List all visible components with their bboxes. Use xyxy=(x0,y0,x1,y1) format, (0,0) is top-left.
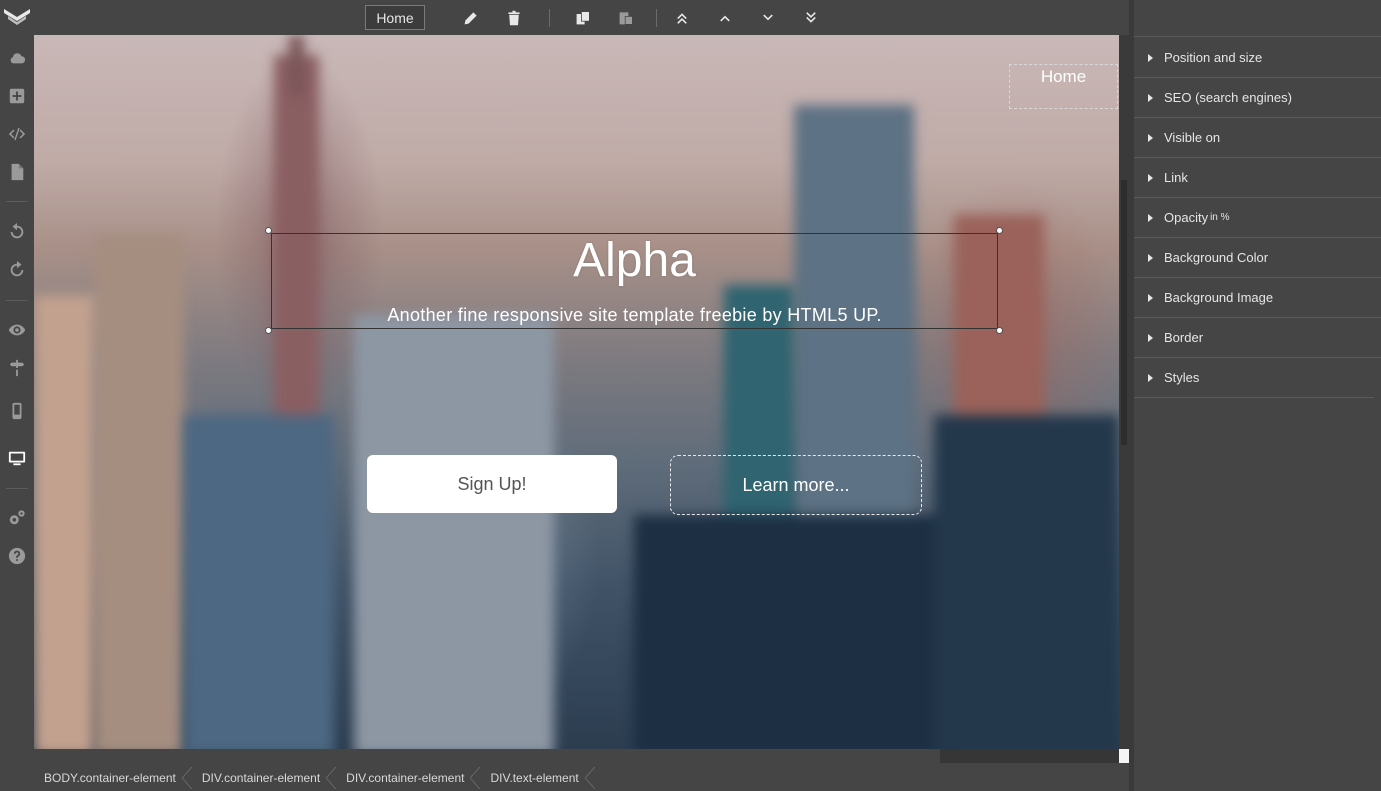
learn-more-button[interactable]: Learn more... xyxy=(670,455,922,515)
trash-icon[interactable] xyxy=(504,8,524,28)
page-canvas[interactable]: Home Alpha Another fine responsive site … xyxy=(34,35,1119,749)
breadcrumb-item[interactable]: DIV.container-element xyxy=(336,765,481,791)
vertical-scroll-thumb[interactable] xyxy=(1121,180,1127,445)
caret-right-icon xyxy=(1148,254,1153,262)
panel-section-label: Background Image xyxy=(1164,290,1274,305)
file-icon[interactable] xyxy=(5,160,29,184)
background-building xyxy=(184,415,334,749)
hero-title[interactable]: Alpha xyxy=(271,233,998,289)
panel-section-bg-image[interactable]: Background Image xyxy=(1134,278,1381,318)
panel-section-label: SEO (search engines) xyxy=(1164,90,1292,105)
pencil-icon[interactable] xyxy=(461,8,481,28)
breadcrumb-item[interactable]: DIV.text-element xyxy=(480,765,595,791)
panel-section-seo[interactable]: SEO (search engines) xyxy=(1134,78,1381,118)
sidebar-divider xyxy=(6,201,28,202)
move-down-icon[interactable] xyxy=(758,8,778,28)
page-select[interactable]: Home xyxy=(365,5,425,30)
resize-handle[interactable] xyxy=(996,327,1003,334)
mobile-icon[interactable] xyxy=(5,399,29,423)
hero-subtitle[interactable]: Another fine responsive site template fr… xyxy=(271,305,998,326)
panel-section-link[interactable]: Link xyxy=(1134,158,1381,198)
scrollbar-corner xyxy=(1119,749,1129,763)
move-bottom-icon[interactable] xyxy=(801,8,821,28)
move-up-icon[interactable] xyxy=(715,8,735,28)
caret-right-icon xyxy=(1148,294,1153,302)
toolbar-divider xyxy=(656,9,657,27)
preview-icon[interactable] xyxy=(5,318,29,342)
settings-icon[interactable] xyxy=(5,506,29,530)
background-building xyxy=(94,235,184,749)
desktop-icon[interactable] xyxy=(5,446,29,470)
panel-section-suffix: in % xyxy=(1210,212,1230,223)
vertical-scrollbar[interactable] xyxy=(1119,35,1129,749)
panel-section-label: Position and size xyxy=(1164,50,1263,65)
resize-handle[interactable] xyxy=(265,327,272,334)
background-building xyxy=(354,315,554,749)
top-toolbar: Home xyxy=(34,0,1119,35)
panel-section-label: Opacity xyxy=(1164,210,1209,225)
horizontal-scrollbar[interactable] xyxy=(34,749,1129,763)
nav-home-link[interactable]: Home xyxy=(1009,64,1118,109)
add-icon[interactable] xyxy=(5,84,29,108)
sidebar-divider xyxy=(6,488,28,489)
background-building xyxy=(934,415,1119,749)
breadcrumb-item[interactable]: DIV.container-element xyxy=(192,765,337,791)
panel-section-styles[interactable]: Styles xyxy=(1134,358,1374,398)
panel-section-label: Link xyxy=(1164,170,1188,185)
left-sidebar xyxy=(0,0,34,791)
toolbar-divider xyxy=(549,9,550,27)
panel-section-opacity[interactable]: Opacity in % xyxy=(1134,198,1381,238)
panel-section-label: Styles xyxy=(1164,370,1200,385)
cloud-icon[interactable] xyxy=(5,46,29,70)
paste-icon[interactable] xyxy=(616,8,636,28)
background-building xyxy=(289,35,304,95)
panel-section-label: Border xyxy=(1164,330,1204,345)
caret-right-icon xyxy=(1148,334,1153,342)
copy-icon[interactable] xyxy=(573,8,593,28)
move-top-icon[interactable] xyxy=(672,8,692,28)
caret-right-icon xyxy=(1148,174,1153,182)
panel-section-label: Background Color xyxy=(1164,250,1269,265)
panel-section-bg-color[interactable]: Background Color xyxy=(1134,238,1381,278)
properties-panel: Position and size SEO (search engines) V… xyxy=(1134,0,1381,791)
panel-section-visible-on[interactable]: Visible on xyxy=(1134,118,1381,158)
caret-right-icon xyxy=(1148,94,1153,102)
caret-right-icon xyxy=(1148,374,1153,382)
code-icon[interactable] xyxy=(5,122,29,146)
panel-header xyxy=(1134,0,1381,37)
breadcrumb: BODY.container-element DIV.container-ele… xyxy=(34,765,595,791)
route-icon[interactable] xyxy=(5,356,29,380)
logo-icon[interactable] xyxy=(2,5,32,27)
redo-icon[interactable] xyxy=(5,258,29,282)
background-building xyxy=(634,515,964,749)
caret-right-icon xyxy=(1148,134,1153,142)
help-icon[interactable] xyxy=(5,544,29,568)
caret-right-icon xyxy=(1148,214,1153,222)
signup-button[interactable]: Sign Up! xyxy=(367,455,617,513)
panel-section-border[interactable]: Border xyxy=(1134,318,1381,358)
background-building xyxy=(34,295,94,749)
panel-section-position[interactable]: Position and size xyxy=(1134,38,1381,78)
caret-right-icon xyxy=(1148,54,1153,62)
undo-icon[interactable] xyxy=(5,220,29,244)
breadcrumb-item[interactable]: BODY.container-element xyxy=(34,765,192,791)
sidebar-divider xyxy=(6,300,28,301)
horizontal-scroll-thumb[interactable] xyxy=(940,749,1120,763)
editor-app: Home Home Alpha Another fine responsive xyxy=(0,0,1381,791)
panel-section-label: Visible on xyxy=(1164,130,1221,145)
